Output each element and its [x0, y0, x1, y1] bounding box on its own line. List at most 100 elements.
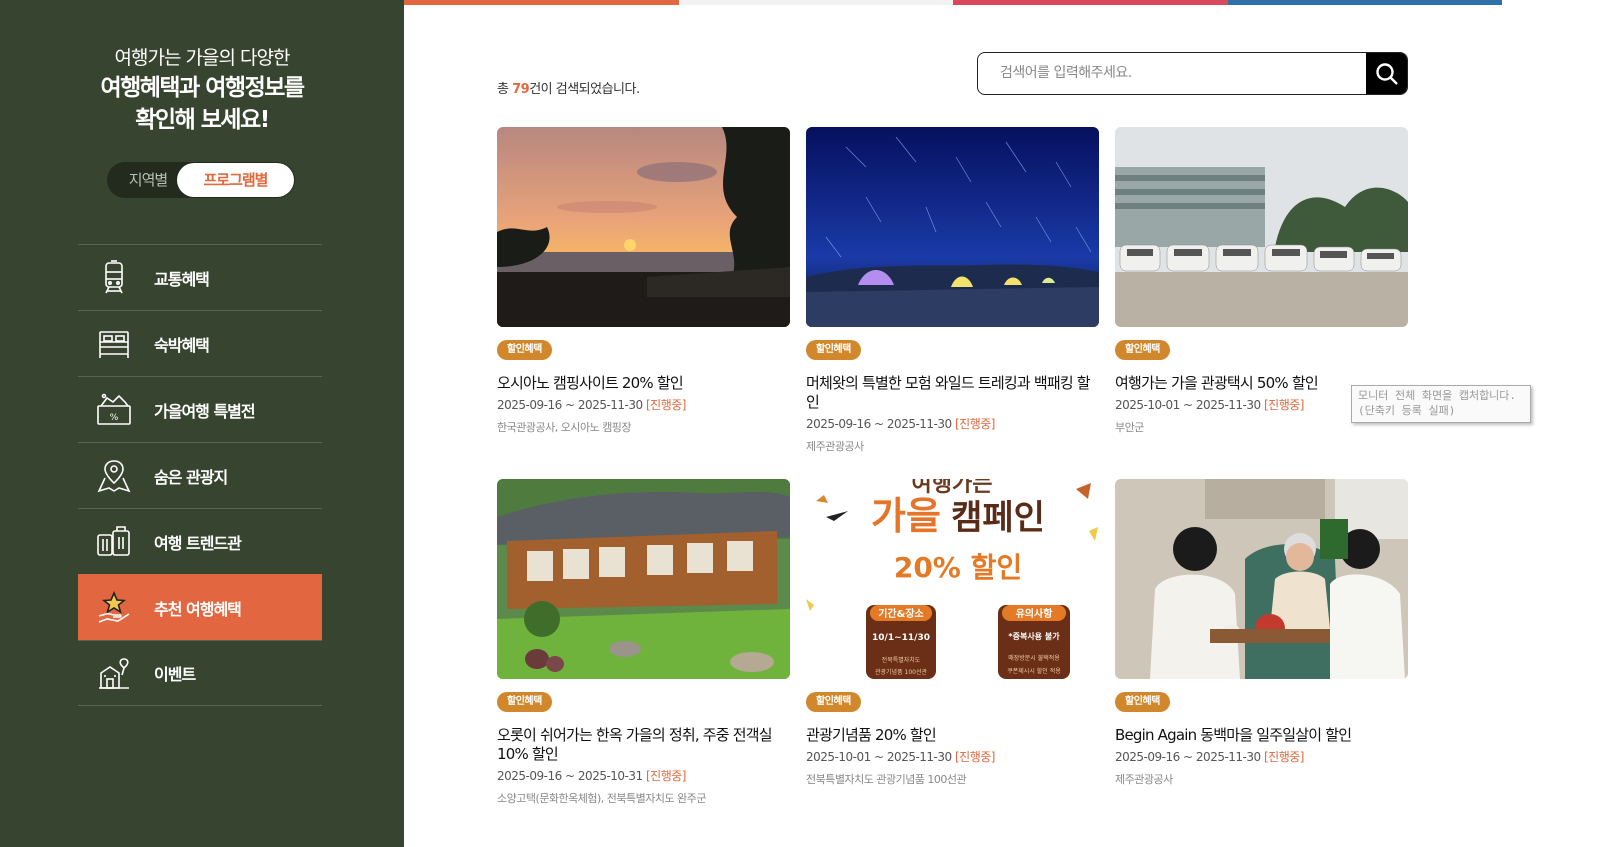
card-status: [진행중] — [955, 750, 995, 764]
poster-headline-b: 캠페인 — [951, 498, 1045, 538]
card-status: [진행중] — [955, 417, 995, 431]
card-title[interactable]: 오시아노 캠핑사이트 20% 할인 — [497, 374, 790, 393]
sidebar-item-lodging[interactable]: 숙박혜택 — [78, 310, 322, 376]
card-organizer: 전북특별자치도 관광기념품 100선관 — [806, 773, 967, 786]
poster-box1-line3: 관광기념품 100선관 — [875, 668, 927, 676]
tooltip-line1: 모니터 전체 화면을 캡처합니다. — [1358, 389, 1517, 402]
top-color-bar — [404, 0, 1502, 5]
card-date: 2025-09-16 ~ 2025-11-30 [진행중] — [806, 416, 1099, 432]
result-count-number: 79 — [512, 82, 530, 97]
card-badge: 할인혜택 — [497, 340, 552, 360]
card-thumbnail[interactable]: 여행가는 가을 캠페인 20% 할인 기간&장소 10/1~11/30 전북특별… — [806, 479, 1099, 679]
card-status: [진행중] — [1264, 750, 1304, 764]
topbar-segment — [1227, 0, 1502, 5]
card-badge: 할인혜택 — [497, 692, 552, 712]
card-date-range: 2025-09-16 ~ 2025-10-31 — [497, 769, 643, 783]
topbar-segment — [953, 0, 1228, 5]
search-box — [977, 52, 1408, 95]
headline-line1: 여행가는 가을의 다양한 — [114, 47, 291, 69]
card-organizer: 제주관광공사 — [1115, 773, 1173, 786]
card-thumbnail[interactable] — [497, 127, 790, 327]
card-badge: 할인혜택 — [806, 340, 861, 360]
poster-discount: 20% 할인 — [894, 551, 1022, 584]
card-thumbnail[interactable] — [1115, 479, 1408, 679]
sidebar-item-label: 이벤트 — [154, 665, 196, 684]
card-title[interactable]: Begin Again 동백마을 일주일살이 할인 — [1115, 726, 1408, 745]
card-date: 2025-09-16 ~ 2025-11-30 [진행중] — [1115, 749, 1408, 765]
headline-line3: 확인해 보세요! — [135, 107, 270, 133]
capture-tooltip: 모니터 전체 화면을 캡처합니다. (단축키 등록 실패) — [1351, 385, 1531, 423]
sidebar-item-recommended[interactable]: 추천 여행혜택 — [78, 574, 322, 640]
sidebar-item-label: 교통혜택 — [154, 269, 210, 289]
poster-box1-line2: 전북특별자치도 — [882, 656, 921, 664]
view-toggle: 지역별 프로그램별 — [107, 162, 295, 198]
sidebar-item-label: 여행 트렌드관 — [154, 533, 242, 553]
sidebar-item-trend[interactable]: 여행 트렌드관 — [78, 508, 322, 574]
benefit-card[interactable]: 할인혜택 Begin Again 동백마을 일주일살이 할인 2025-09-1… — [1115, 479, 1408, 787]
poster-box1-line1: 10/1~11/30 — [872, 633, 930, 643]
sidebar-item-label: 숙박혜택 — [154, 335, 210, 355]
result-count: 총 79건이 검색되었습니다. — [497, 78, 640, 97]
card-date: 2025-09-16 ~ 2025-11-30 [진행중] — [497, 397, 790, 413]
sidebar-headline: 여행가는 가을의 다양한 여행혜택과 여행정보를 확인해 보세요! — [0, 44, 404, 136]
card-thumbnail[interactable] — [497, 479, 790, 679]
topbar-segment — [404, 0, 679, 5]
card-badge: 할인혜택 — [1115, 340, 1170, 360]
card-badge: 할인혜택 — [806, 692, 861, 712]
card-organizer: 제주관광공사 — [806, 440, 864, 453]
card-thumbnail[interactable] — [806, 127, 1099, 327]
toggle-program[interactable]: 프로그램별 — [177, 163, 294, 197]
search-icon — [1376, 62, 1398, 85]
card-date-range: 2025-10-01 ~ 2025-11-30 — [1115, 398, 1261, 412]
poster-box2-line2: 매장방문시 불택적용 — [1008, 654, 1060, 662]
card-title[interactable]: 머체왓의 특별한 모험 와일드 트레킹과 백패킹 할인 — [806, 374, 1099, 412]
bed-icon — [94, 324, 134, 364]
card-organizer: 소양고택(문화한옥체험), 전북특별자치도 완주군 — [497, 792, 706, 805]
poster-headline-a: 가을 — [871, 494, 941, 538]
card-title[interactable]: 관광기념품 20% 할인 — [806, 726, 1099, 745]
topbar-segment — [678, 0, 953, 5]
sidebar-item-event[interactable]: 이벤트 — [78, 640, 322, 706]
map-pin-icon — [94, 456, 134, 496]
sidebar-item-label: 가을여행 특별전 — [154, 401, 256, 421]
card-date-range: 2025-09-16 ~ 2025-11-30 — [497, 398, 643, 412]
sidebar-item-label: 숨은 관광지 — [154, 467, 228, 487]
sidebar-item-autumn-special[interactable]: % 가을여행 특별전 — [78, 376, 322, 442]
card-thumbnail[interactable] — [1115, 127, 1408, 327]
card-organizer: 한국관광공사, 오시아노 캠핑장 — [497, 421, 632, 434]
discount-tag-icon: % — [94, 390, 134, 430]
card-status: [진행중] — [646, 398, 686, 412]
train-icon — [94, 258, 134, 298]
benefit-card[interactable]: 할인혜택 오시아노 캠핑사이트 20% 할인 2025-09-16 ~ 2025… — [497, 127, 790, 435]
card-date: 2025-09-16 ~ 2025-10-31 [진행중] — [497, 768, 790, 784]
card-status: [진행중] — [1264, 398, 1304, 412]
star-hand-icon — [94, 588, 134, 628]
benefit-card[interactable]: 할인혜택 오롯이 쉬어가는 한옥 가을의 정취, 주중 전객실 10% 할인 2… — [497, 479, 790, 806]
sidebar-item-transport[interactable]: 교통혜택 — [78, 244, 322, 310]
tooltip-line2: (단축키 등록 실패) — [1358, 404, 1456, 417]
sidebar-item-label: 추천 여행혜택 — [154, 599, 242, 619]
toggle-region[interactable]: 지역별 — [119, 162, 177, 198]
card-date-range: 2025-09-16 ~ 2025-11-30 — [806, 417, 952, 431]
card-status: [진행중] — [646, 769, 686, 783]
card-title[interactable]: 오롯이 쉬어가는 한옥 가을의 정취, 주중 전객실 10% 할인 — [497, 726, 790, 764]
balloon-building-icon — [94, 653, 134, 693]
search-button[interactable] — [1366, 53, 1407, 94]
card-organizer: 부안군 — [1115, 421, 1144, 434]
card-badge: 할인혜택 — [1115, 692, 1170, 712]
sidebar-item-hidden-spots[interactable]: 숨은 관광지 — [78, 442, 322, 508]
card-date: 2025-10-01 ~ 2025-11-30 [진행중] — [806, 749, 1099, 765]
sidebar-menu: 교통혜택 숙박혜택 % 가을여행 특별전 숨은 관광지 여행 트렌드관 추천 여… — [78, 244, 322, 706]
poster-box1-title: 기간&장소 — [878, 607, 924, 620]
poster-box2-title: 유의사항 — [1016, 607, 1054, 620]
result-suffix: 건이 검색되었습니다. — [529, 82, 640, 97]
sidebar: 여행가는 가을의 다양한 여행혜택과 여행정보를 확인해 보세요! 지역별 프로… — [0, 0, 404, 847]
result-prefix: 총 — [497, 82, 513, 97]
benefit-card[interactable]: 여행가는 가을 캠페인 20% 할인 기간&장소 10/1~11/30 전북특별… — [806, 479, 1099, 787]
poster-box2-line1: *중복사용 불가 — [1008, 631, 1060, 641]
benefit-card[interactable]: 할인혜택 머체왓의 특별한 모험 와일드 트레킹과 백패킹 할인 2025-09… — [806, 127, 1099, 454]
luggage-icon — [94, 522, 134, 562]
card-date-range: 2025-10-01 ~ 2025-11-30 — [806, 750, 952, 764]
svg-text:%: % — [110, 413, 119, 423]
search-input[interactable] — [1000, 61, 1360, 85]
